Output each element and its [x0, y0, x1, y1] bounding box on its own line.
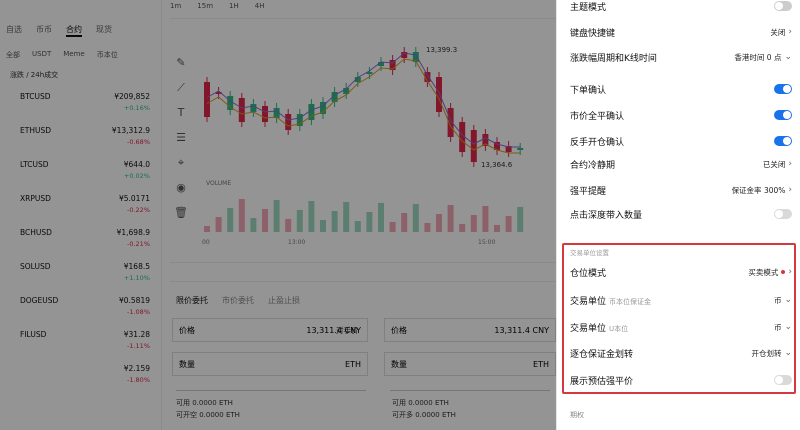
setting-label-text: 交易单位: [570, 296, 607, 307]
setting-value-text: 币: [773, 295, 782, 305]
setting-label: 逐仓保证金划转: [570, 347, 633, 360]
setting-row-4[interactable]: 反手开仓确认: [570, 129, 792, 153]
chevron-down-icon: ⌄: [784, 348, 792, 358]
chevron-down-icon: ⌄: [784, 52, 792, 62]
chevron-down-icon: ⌄: [784, 322, 792, 332]
setting-label-text: 市价全平确认: [570, 111, 625, 122]
chevron-right-icon: ›: [788, 267, 792, 277]
setting-value-text: 保证金率 300%: [731, 185, 786, 195]
setting-row-0[interactable]: 键盘快捷键 关闭 ›: [570, 20, 792, 44]
setting-toggle[interactable]: [774, 136, 792, 146]
theme-mode-toggle[interactable]: [774, 1, 792, 11]
chevron-right-icon: ›: [788, 27, 792, 37]
setting-toggle[interactable]: [774, 110, 792, 120]
options-section-label: 期权: [570, 411, 584, 419]
setting-label: 涨跌幅周期和K线时间: [570, 51, 657, 64]
theme-mode-row[interactable]: 主题模式: [570, 0, 792, 18]
setting-value: [774, 84, 792, 94]
chevron-right-icon: ›: [788, 185, 792, 195]
theme-mode-label: 主题模式: [570, 2, 607, 13]
setting-value: [774, 375, 792, 385]
setting-label-text: 键盘快捷键: [570, 28, 616, 39]
setting-value-text: 关闭: [770, 27, 786, 37]
setting-value: 币 ⌄: [774, 295, 792, 306]
setting-toggle[interactable]: [774, 375, 792, 385]
setting-label-text: 涨跌幅周期和K线时间: [570, 53, 657, 64]
setting-label: 下单确认: [570, 83, 606, 96]
setting-label-text: 展示预估强平价: [570, 376, 634, 387]
setting-value: 香港时间 0 点 ⌄: [734, 52, 792, 63]
setting-value: 关闭 ›: [770, 27, 792, 38]
setting-value-text: 买卖模式: [748, 267, 779, 277]
setting-toggle[interactable]: [774, 84, 792, 94]
setting-row-7[interactable]: 点击深度带入数量: [570, 202, 792, 226]
setting-value: 已关闭 ›: [763, 159, 792, 170]
chevron-right-icon: ›: [788, 159, 792, 169]
setting-label: 展示预估强平价: [570, 374, 633, 387]
setting-label: 交易单位 U本位: [570, 321, 628, 334]
setting-value: 开仓划转 ⌄: [751, 348, 792, 359]
setting-row-5[interactable]: 合约冷静期 已关闭 ›: [570, 152, 792, 176]
setting-label: 市价全平确认: [570, 109, 624, 122]
setting-label-text: 反手开仓确认: [570, 137, 625, 148]
setting-row-h4[interactable]: 展示预估强平价: [570, 368, 792, 392]
setting-label: 点击深度带入数量: [570, 208, 642, 221]
red-dot-icon: [781, 270, 786, 274]
setting-label: 强平提醒: [570, 184, 606, 197]
setting-value: [774, 136, 792, 146]
setting-value: 保证金率 300% ›: [732, 185, 792, 196]
setting-value: 币 ⌄: [774, 322, 792, 333]
setting-row-2[interactable]: 下单确认: [570, 77, 792, 101]
setting-label-text: 交易单位: [570, 323, 607, 334]
setting-value: 买卖模式 ›: [748, 267, 792, 278]
modal-overlay[interactable]: [0, 0, 556, 430]
setting-row-6[interactable]: 强平提醒 保证金率 300% ›: [570, 178, 792, 202]
setting-label-text: 逐仓保证金划转: [570, 349, 634, 360]
chevron-down-icon: ⌄: [784, 295, 792, 305]
setting-label-text: 下单确认: [570, 85, 607, 96]
section-title: 交易单位设置: [570, 249, 609, 257]
setting-row-h0[interactable]: 仓位模式 买卖模式 ›: [570, 260, 792, 284]
setting-label: 反手开仓确认: [570, 135, 624, 148]
setting-label: 仓位模式: [570, 266, 606, 279]
setting-label: 交易单位 币本位保证金: [570, 294, 651, 307]
setting-label-text: 强平提醒: [570, 186, 607, 197]
setting-row-1[interactable]: 涨跌幅周期和K线时间 香港时间 0 点 ⌄: [570, 45, 792, 69]
setting-label-text: 仓位模式: [570, 268, 607, 279]
setting-label: 合约冷静期: [570, 158, 615, 171]
setting-value-text: 开仓划转: [751, 348, 782, 358]
setting-sublabel: 币本位保证金: [609, 297, 652, 306]
setting-value-text: 币: [773, 322, 782, 332]
setting-label-text: 点击深度带入数量: [570, 210, 643, 221]
setting-value: [774, 110, 792, 120]
setting-row-3[interactable]: 市价全平确认: [570, 103, 792, 127]
setting-row-h3[interactable]: 逐仓保证金划转 开仓划转 ⌄: [570, 341, 792, 365]
setting-row-h1[interactable]: 交易单位 币本位保证金 币 ⌄: [570, 288, 792, 312]
setting-value-text: 已关闭: [762, 159, 786, 169]
setting-value-text: 香港时间 0 点: [734, 52, 782, 62]
setting-value: [774, 209, 792, 219]
setting-label: 键盘快捷键: [570, 26, 615, 39]
setting-toggle[interactable]: [774, 209, 792, 219]
setting-row-h2[interactable]: 交易单位 U本位 币 ⌄: [570, 315, 792, 339]
setting-sublabel: U本位: [609, 324, 629, 333]
setting-label-text: 合约冷静期: [570, 160, 616, 171]
